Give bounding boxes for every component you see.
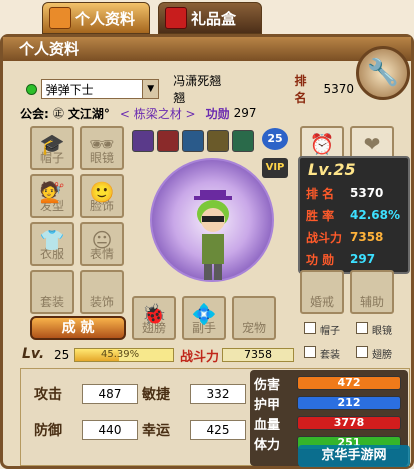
bar-armor: 212 bbox=[297, 396, 401, 410]
power-label: 战斗力 bbox=[180, 350, 220, 365]
stat-row: 胜 率 42.68% bbox=[306, 208, 400, 223]
merit-value: 297 bbox=[233, 106, 257, 120]
guild-icon: ㊣ bbox=[52, 107, 64, 120]
buff-icon-1[interactable] bbox=[132, 130, 154, 152]
online-status-icon bbox=[26, 83, 37, 95]
attr-value-luck: 425 bbox=[190, 420, 246, 440]
slot-glasses[interactable]: 🕶 眼镜 bbox=[80, 126, 124, 170]
rank-value: 5370 bbox=[323, 82, 354, 96]
vip-icon: VIP bbox=[262, 158, 288, 178]
chevron-down-icon[interactable]: ▼ bbox=[142, 80, 159, 98]
stat-card-level: Lv.25 bbox=[308, 160, 356, 179]
stat-row: 战斗力 7358 bbox=[306, 230, 384, 245]
slot-ring[interactable]: 婚戒 bbox=[300, 270, 344, 314]
tab-profile[interactable]: 个人资料 bbox=[42, 2, 150, 34]
hair-icon: 💇 bbox=[39, 180, 65, 204]
panel-title: 个人资料 bbox=[3, 37, 411, 61]
buff-icon-2[interactable] bbox=[157, 130, 179, 152]
checkbox-glasses-label: 眼镜 bbox=[372, 326, 392, 337]
attr-value-agility: 332 bbox=[190, 384, 246, 404]
character-figure bbox=[194, 190, 232, 280]
heart-icon: ❤ bbox=[363, 132, 381, 156]
clothes-icon: 👕 bbox=[39, 228, 65, 252]
attr-label-agility: 敏捷 bbox=[142, 387, 170, 403]
slot-decoration-label: 装饰 bbox=[89, 295, 114, 309]
checkbox-wings-label: 翅膀 bbox=[372, 350, 392, 361]
slot-suit-label: 套装 bbox=[39, 295, 64, 309]
level-value: 25 bbox=[54, 348, 70, 362]
level-badge-icon: 25 bbox=[262, 128, 288, 150]
watermark-logo: 京华手游网 bbox=[298, 445, 410, 467]
slot-decoration[interactable]: 装饰 bbox=[80, 270, 124, 314]
sunglasses-icon: 🕶 bbox=[89, 132, 115, 156]
checkbox-hat[interactable] bbox=[304, 322, 316, 334]
checkbox-glasses[interactable] bbox=[356, 322, 368, 334]
gift-icon bbox=[165, 7, 187, 29]
stat-row: 排 名 5370 bbox=[306, 186, 384, 201]
buff-icon-3[interactable] bbox=[182, 130, 204, 152]
rank-label: 排名 bbox=[294, 74, 307, 105]
stat-card: Lv.25 排 名 5370 胜 率 42.68% 战斗力 7358 功 勋 297 bbox=[298, 156, 410, 274]
status-select[interactable]: 弹弹下士 ▼ bbox=[40, 79, 160, 99]
player-name: 冯潇死翘翘 bbox=[173, 74, 222, 105]
attr-value-defense: 440 bbox=[82, 420, 138, 440]
attr-label-luck: 幸运 bbox=[142, 423, 170, 439]
bar-label-hp: 血量 bbox=[254, 418, 281, 433]
tab-giftbox-label: 礼品盒 bbox=[191, 9, 237, 28]
level-label: Lv. bbox=[22, 346, 45, 362]
expression-icon: 😐 bbox=[91, 228, 113, 252]
attr-label-defense: 防御 bbox=[34, 423, 62, 439]
exp-percent: 45.39% bbox=[101, 349, 140, 360]
slot-pet-label: 宠物 bbox=[241, 321, 266, 335]
checkbox-hat-label: 帽子 bbox=[320, 326, 340, 337]
checkbox-wings[interactable] bbox=[356, 346, 368, 358]
scroll-icon bbox=[49, 7, 71, 29]
slot-hat[interactable]: 🎓 帽子 bbox=[30, 126, 74, 170]
player-info-row: 弹弹下士 ▼ 冯潇死翘翘 排名 5370 bbox=[8, 74, 354, 105]
checkbox-suit-label: 套装 bbox=[320, 350, 340, 361]
bar-hp: 3778 bbox=[297, 416, 401, 430]
slot-face[interactable]: 🙂 脸饰 bbox=[80, 174, 124, 218]
achievement-button[interactable]: 成 就 bbox=[30, 316, 126, 340]
slot-assist[interactable]: 辅助 bbox=[350, 270, 394, 314]
guild-motto: < 栋梁之材 > bbox=[119, 106, 196, 121]
bar-label-armor: 护甲 bbox=[254, 398, 281, 413]
tab-giftbox[interactable]: 礼品盒 bbox=[158, 2, 262, 34]
guild-name: 文江湖° bbox=[67, 106, 110, 121]
buff-icon-4[interactable] bbox=[207, 130, 229, 152]
merit-label: 功勋 bbox=[205, 106, 230, 121]
attr-label-attack: 攻击 bbox=[34, 387, 62, 403]
slot-assist-label: 辅助 bbox=[359, 295, 384, 309]
bar-label-damage: 伤害 bbox=[254, 378, 281, 393]
power-value: 7358 bbox=[222, 348, 294, 362]
guild-row: 公会: ㊣ 文江湖° < 栋梁之材 > 功勋 297 bbox=[20, 103, 360, 123]
profile-window: { "tabs": [ {"label": "个人资料", "icon": "s… bbox=[0, 0, 414, 469]
buff-icon-5[interactable] bbox=[232, 130, 254, 152]
slot-ring-label: 婚戒 bbox=[309, 295, 334, 309]
slot-offhand[interactable]: 💠 副手 bbox=[182, 296, 226, 340]
slot-suit[interactable]: 套装 bbox=[30, 270, 74, 314]
exp-bar: 45.39% bbox=[74, 348, 174, 362]
graduation-cap-icon: 🎓 bbox=[39, 132, 65, 156]
clock-icon: ⏰ bbox=[309, 132, 335, 156]
slot-pet[interactable]: 宠物 bbox=[232, 296, 276, 340]
tab-profile-label: 个人资料 bbox=[75, 9, 136, 28]
status-select-value: 弹弹下士 bbox=[45, 82, 94, 97]
bar-damage: 472 bbox=[297, 376, 401, 390]
attr-value-attack: 487 bbox=[82, 384, 138, 404]
wrench-icon[interactable]: 🔧 bbox=[356, 46, 410, 100]
slot-expression[interactable]: 😐 表情 bbox=[80, 222, 124, 266]
orb-icon: 💠 bbox=[191, 302, 217, 326]
stat-row: 功 勋 297 bbox=[306, 252, 376, 267]
slot-clothes[interactable]: 👕 衣服 bbox=[30, 222, 74, 266]
slot-wings[interactable]: 🐞 翅膀 bbox=[132, 296, 176, 340]
checkbox-suit[interactable] bbox=[304, 346, 316, 358]
guild-label: 公会: bbox=[20, 106, 49, 121]
slot-hair[interactable]: 💇 发型 bbox=[30, 174, 74, 218]
bar-label-stamina: 体力 bbox=[254, 438, 281, 453]
wings-icon: 🐞 bbox=[141, 302, 167, 326]
face-icon: 🙂 bbox=[89, 180, 115, 204]
